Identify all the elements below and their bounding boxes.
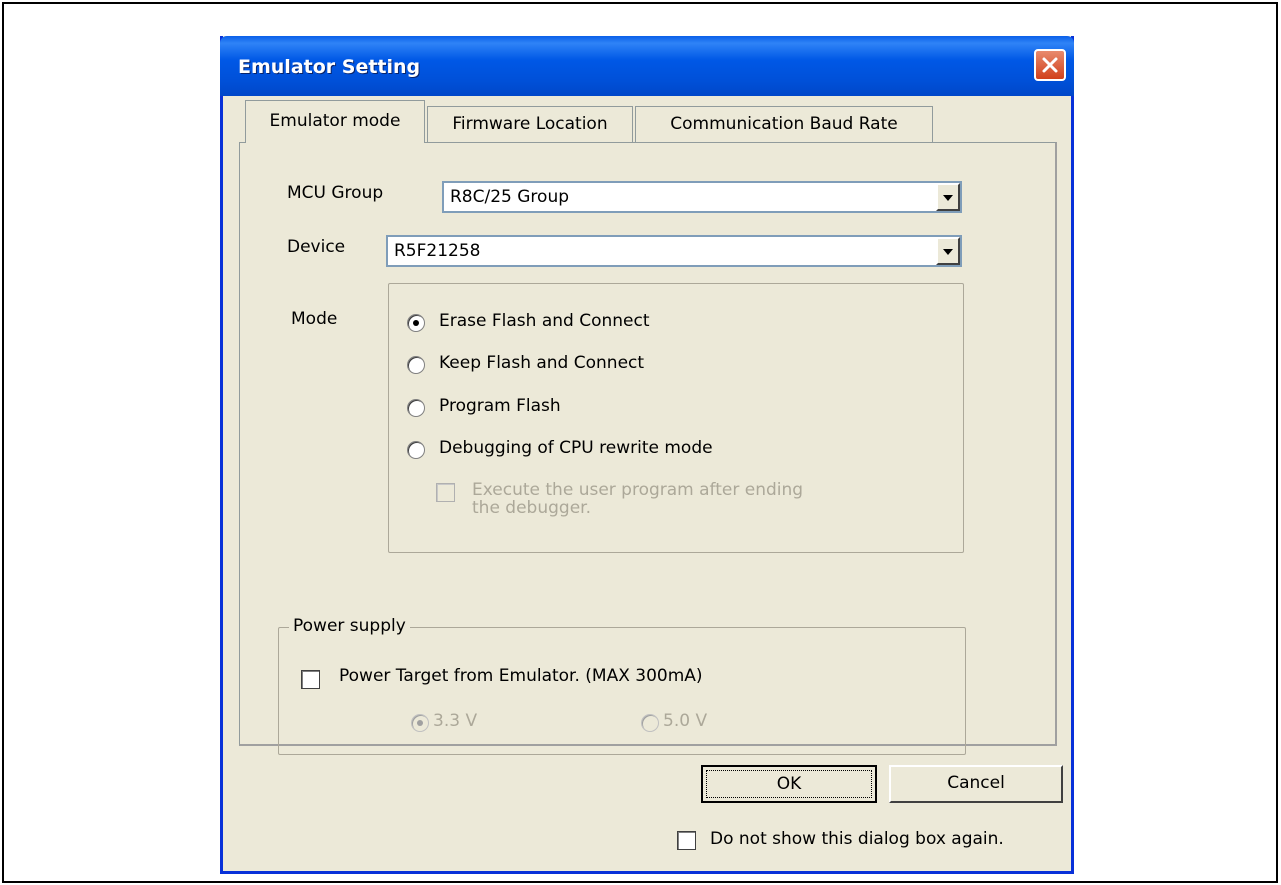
emulator-setting-dialog: Emulator Setting Emulator mode Firmware … [220,36,1074,874]
tab-communication-baud-rate[interactable]: Communication Baud Rate [635,106,933,142]
tab-label: Communication Baud Rate [670,114,898,134]
cancel-button-label: Cancel [947,773,1005,793]
device-label: Device [287,237,346,257]
execute-label-line1: Execute the user program after ending [472,480,804,500]
ok-button[interactable]: OK [701,765,877,803]
power-target-label[interactable]: Power Target from Emulator. (MAX 300mA) [339,666,703,686]
power-supply-group: Power supply Power Target from Emulator.… [278,616,966,755]
mcu-group-label: MCU Group [287,183,384,203]
tab-firmware-location[interactable]: Firmware Location [427,106,633,142]
execute-label-line2: the debugger. [472,498,591,518]
title-bar[interactable]: Emulator Setting [220,36,1074,96]
voltage-label: 5.0 V [663,711,708,731]
device-value: R5F21258 [394,241,481,261]
chevron-down-icon [943,195,953,201]
dont-show-again-checkbox[interactable] [677,831,696,850]
mcu-group-value: R8C/25 Group [450,187,570,207]
power-supply-title: Power supply [289,616,410,636]
device-select[interactable]: R5F21258 [386,235,962,267]
tab-panel-emulator-mode: MCU Group R8C/25 Group Device R5F21258 M… [239,142,1057,755]
voltage-label: 3.3 V [433,711,478,731]
dont-show-again-label[interactable]: Do not show this dialog box again. [710,829,1004,849]
radio-debug-cpu-rewrite[interactable] [407,441,425,459]
radio-5-0v[interactable] [641,714,659,732]
close-icon [1042,57,1058,73]
execute-after-ending-checkbox[interactable] [436,483,455,502]
radio-program-flash[interactable] [407,399,425,417]
cancel-button[interactable]: Cancel [889,765,1063,803]
tab-label: Emulator mode [269,111,401,131]
mode-group: Erase Flash and Connect Keep Flash and C… [388,283,964,553]
mode-label: Mode [291,309,338,329]
option-label[interactable]: Debugging of CPU rewrite mode [439,438,713,458]
option-label[interactable]: Keep Flash and Connect [439,353,644,373]
power-target-checkbox[interactable] [301,670,320,689]
tab-emulator-mode[interactable]: Emulator mode [245,100,425,143]
ok-button-label: OK [706,770,872,798]
tab-label: Firmware Location [452,114,608,134]
option-label[interactable]: Program Flash [439,396,561,416]
radio-keep-flash[interactable] [407,356,425,374]
dropdown-button[interactable] [936,237,960,265]
chevron-down-icon [943,249,953,255]
dropdown-button[interactable] [936,183,960,211]
radio-3-3v[interactable] [411,714,429,732]
radio-erase-flash[interactable] [407,314,425,332]
close-button[interactable] [1034,49,1066,81]
mcu-group-select[interactable]: R8C/25 Group [442,181,962,213]
option-label[interactable]: Erase Flash and Connect [439,311,650,331]
dialog-title: Emulator Setting [238,56,421,78]
